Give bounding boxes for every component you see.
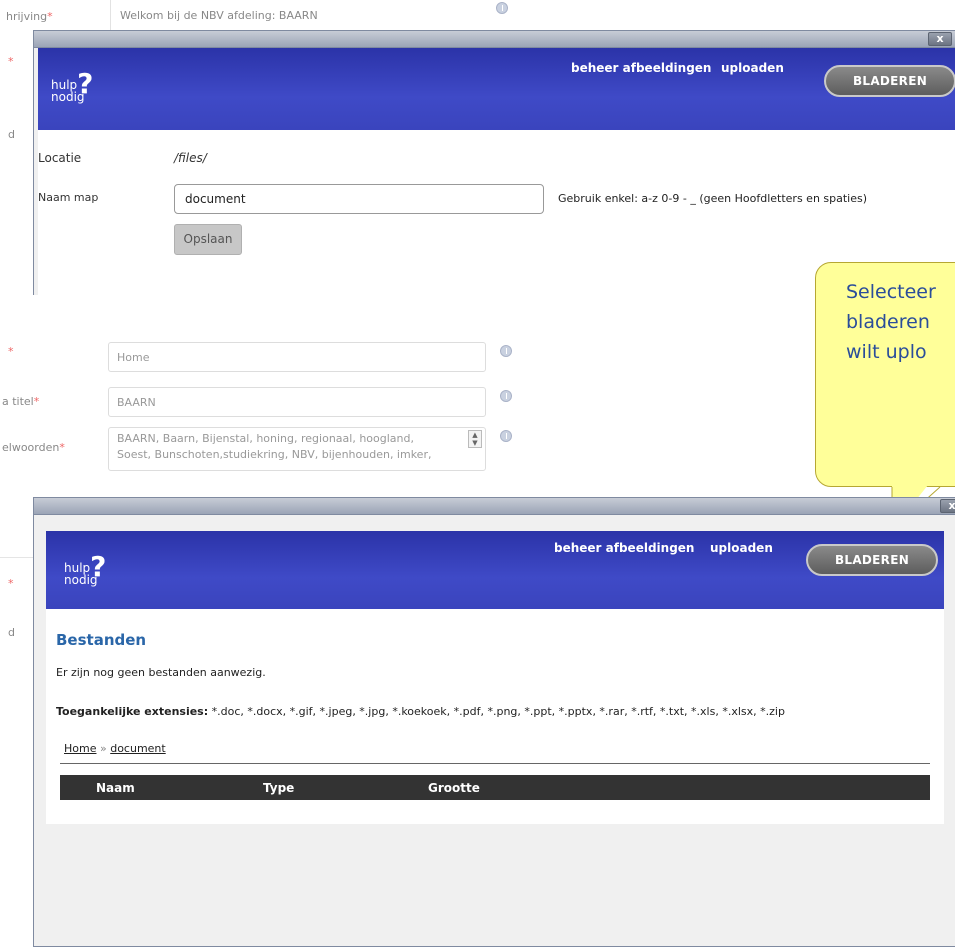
side-letter: d [8, 626, 15, 639]
title-input[interactable]: BAARN [108, 387, 486, 417]
info-icon[interactable] [496, 2, 508, 14]
browse-button[interactable]: BLADEREN [824, 65, 955, 97]
location-label: Locatie [38, 151, 82, 165]
required-mark: * [8, 577, 14, 590]
upload-link[interactable]: uploaden [721, 61, 784, 75]
keywords-label: elwoorden* [2, 441, 65, 454]
file-browser-dialog: x hulp? nodig beheer afbeeldingen uploade… [33, 497, 955, 947]
folder-name-input[interactable] [174, 184, 544, 214]
files-heading: Bestanden [56, 631, 147, 649]
column-type[interactable]: Type [263, 781, 294, 795]
no-files-message: Er zijn nog geen bestanden aanwezig. [56, 666, 266, 679]
home-input[interactable]: Home [108, 342, 486, 372]
dialog-titlebar[interactable] [34, 498, 955, 515]
info-icon[interactable] [500, 390, 512, 402]
side-letter: d [8, 128, 15, 141]
create-folder-dialog: x hulp? nodig beheer afbeeldingen uploade… [33, 30, 955, 296]
close-button[interactable]: x [928, 32, 952, 46]
column-name[interactable]: Naam [96, 781, 135, 795]
breadcrumb-document[interactable]: document [110, 742, 166, 755]
title-label: a titel* [2, 395, 40, 408]
column-size[interactable]: Grootte [428, 781, 480, 795]
description-label: hrijving* [6, 10, 53, 23]
required-mark: * [8, 55, 14, 68]
info-icon[interactable] [500, 345, 512, 357]
info-icon[interactable] [500, 430, 512, 442]
callout-box: Selecteer bladeren wilt uplo [815, 262, 955, 487]
allowed-extensions: Toegankelijke extensies: *.doc, *.docx, … [56, 705, 785, 718]
manage-images-link[interactable]: beheer afbeeldingen [571, 61, 711, 75]
home-label: * [8, 345, 14, 358]
breadcrumb-home[interactable]: Home [64, 742, 96, 755]
folder-name-label: Naam map [38, 191, 99, 204]
keywords-textarea[interactable]: BAARN, Baarn, Bijenstal, honing, regiona… [108, 427, 486, 471]
location-value: /files/ [174, 151, 207, 165]
help-link[interactable]: hulp? nodig [51, 70, 93, 104]
manage-images-link[interactable]: beheer afbeeldingen [554, 541, 694, 555]
breadcrumb: Home » document [64, 742, 166, 755]
upload-link[interactable]: uploaden [710, 541, 773, 555]
save-button[interactable]: Opslaan [174, 224, 242, 255]
description-value: Welkom bij de NBV afdeling: BAARN [120, 9, 318, 22]
close-button[interactable]: x [940, 499, 955, 513]
browse-button[interactable]: BLADEREN [806, 544, 938, 576]
files-table-header: Naam Type Grootte [60, 775, 930, 800]
dialog-header-banner: hulp? nodig beheer afbeeldingen uploaden … [46, 531, 944, 609]
dialog-header-banner: hulp? nodig beheer afbeeldingen uploaden … [38, 48, 955, 130]
files-panel: Bestanden Er zijn nog geen bestanden aan… [46, 609, 944, 824]
help-link[interactable]: hulp? nodig [64, 553, 106, 587]
textarea-spinner[interactable]: ▲ ▼ [468, 430, 482, 448]
folder-name-hint: Gebruik enkel: a-z 0-9 - _ (geen Hoofdle… [558, 192, 868, 205]
dialog-titlebar[interactable] [34, 31, 955, 48]
